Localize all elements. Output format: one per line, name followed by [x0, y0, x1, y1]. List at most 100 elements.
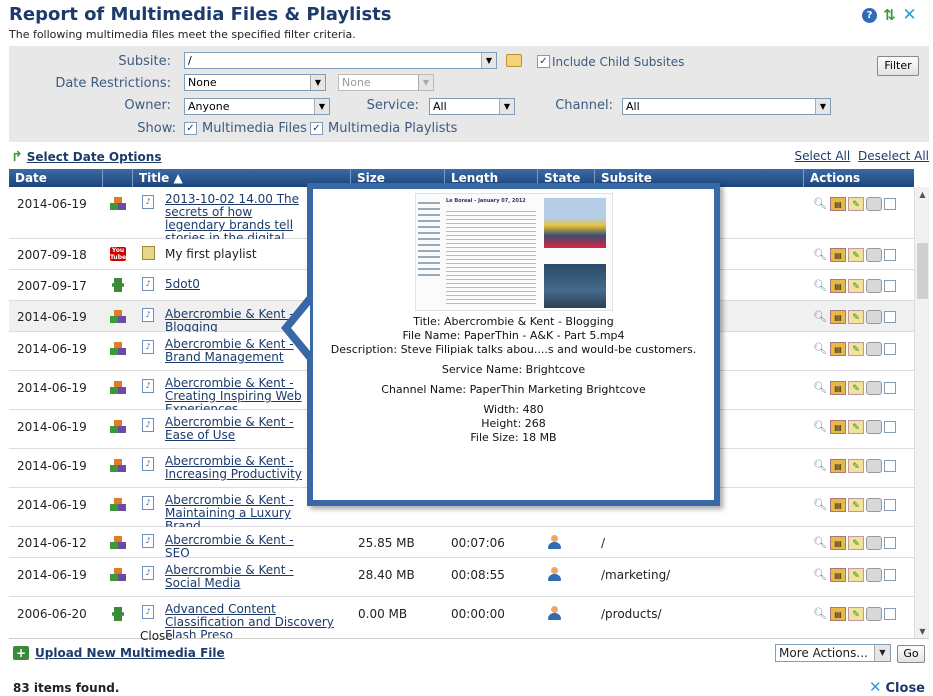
- edit-icon[interactable]: ✎: [848, 607, 864, 621]
- row-size: 28.40 MB: [358, 568, 415, 582]
- magnifier-icon[interactable]: 🔍︎: [812, 607, 828, 621]
- row-title-link[interactable]: Abercrombie & Kent - Social Media: [165, 564, 311, 590]
- delete-icon[interactable]: [866, 197, 882, 211]
- magnifier-icon[interactable]: 🔍︎: [812, 342, 828, 356]
- delete-icon[interactable]: [866, 248, 882, 262]
- row-checkbox[interactable]: [884, 280, 896, 292]
- delete-icon[interactable]: [866, 498, 882, 512]
- edit-icon[interactable]: ✎: [848, 498, 864, 512]
- media-file-icon: ♪: [142, 308, 154, 322]
- go-button[interactable]: Go: [897, 645, 925, 663]
- edit-icon[interactable]: ✎: [848, 197, 864, 211]
- properties-icon[interactable]: ▤: [830, 536, 846, 550]
- upload-link[interactable]: + Upload New Multimedia File: [13, 646, 225, 660]
- delete-icon[interactable]: [866, 568, 882, 582]
- delete-icon[interactable]: [866, 420, 882, 434]
- properties-icon[interactable]: ▤: [830, 607, 846, 621]
- row-checkbox[interactable]: [884, 198, 896, 210]
- help-icon[interactable]: ?: [862, 8, 877, 23]
- edit-icon[interactable]: ✎: [848, 342, 864, 356]
- row-checkbox[interactable]: [884, 460, 896, 472]
- magnifier-icon[interactable]: 🔍︎: [812, 248, 828, 262]
- deselect-all-link[interactable]: Deselect All: [858, 149, 929, 163]
- delete-icon[interactable]: [866, 310, 882, 324]
- delete-icon[interactable]: [866, 342, 882, 356]
- properties-icon[interactable]: ▤: [830, 459, 846, 473]
- edit-icon[interactable]: ✎: [848, 381, 864, 395]
- magnifier-icon[interactable]: 🔍︎: [812, 381, 828, 395]
- delete-icon[interactable]: [866, 607, 882, 621]
- show-files-checkbox[interactable]: ✓: [184, 122, 197, 135]
- delete-icon[interactable]: [866, 459, 882, 473]
- properties-icon[interactable]: ▤: [830, 342, 846, 356]
- row-checkbox[interactable]: [884, 311, 896, 323]
- edit-icon[interactable]: ✎: [848, 459, 864, 473]
- row-checkbox[interactable]: [884, 608, 896, 620]
- row-checkbox[interactable]: [884, 569, 896, 581]
- user-icon: [547, 606, 561, 620]
- scroll-down-icon[interactable]: ▼: [915, 624, 929, 638]
- delete-icon[interactable]: [866, 536, 882, 550]
- column-date[interactable]: Date: [9, 169, 103, 187]
- magnifier-icon[interactable]: 🔍︎: [812, 310, 828, 324]
- properties-icon[interactable]: ▤: [830, 420, 846, 434]
- chevron-down-icon: ▼: [815, 99, 830, 114]
- brightcove-icon: [110, 197, 126, 211]
- channel-select[interactable]: All ▼: [622, 98, 831, 115]
- row-checkbox[interactable]: [884, 421, 896, 433]
- properties-icon[interactable]: ▤: [830, 248, 846, 262]
- table-row[interactable]: 2014-06-19 ♪ Abercrombie & Kent - Social…: [9, 558, 914, 597]
- magnifier-icon[interactable]: 🔍︎: [812, 498, 828, 512]
- row-checkbox[interactable]: [884, 537, 896, 549]
- edit-icon[interactable]: ✎: [848, 279, 864, 293]
- magnifier-icon[interactable]: 🔍︎: [812, 536, 828, 550]
- owner-select[interactable]: Anyone ▼: [184, 98, 330, 115]
- filter-button[interactable]: Filter: [877, 56, 919, 76]
- row-checkbox[interactable]: [884, 343, 896, 355]
- edit-icon[interactable]: ✎: [848, 536, 864, 550]
- edit-icon[interactable]: ✎: [848, 420, 864, 434]
- properties-icon[interactable]: ▤: [830, 197, 846, 211]
- show-playlists-checkbox[interactable]: ✓: [310, 122, 323, 135]
- close-link-inline[interactable]: Close: [140, 629, 173, 643]
- magnifier-icon[interactable]: 🔍︎: [812, 459, 828, 473]
- properties-icon[interactable]: ▤: [830, 498, 846, 512]
- properties-icon[interactable]: ▤: [830, 568, 846, 582]
- row-checkbox[interactable]: [884, 499, 896, 511]
- magnifier-icon[interactable]: 🔍︎: [812, 279, 828, 293]
- edit-icon[interactable]: ✎: [848, 248, 864, 262]
- scroll-up-icon[interactable]: ▲: [915, 187, 929, 202]
- close-button[interactable]: ✕ Close: [869, 678, 925, 696]
- subsite-select[interactable]: / ▼: [184, 52, 497, 69]
- brightcove-icon: [110, 310, 126, 324]
- row-checkbox[interactable]: [884, 382, 896, 394]
- table-row[interactable]: 2014-06-12 ♪ Abercrombie & Kent - SEO 25…: [9, 527, 914, 560]
- service-select[interactable]: All ▼: [429, 98, 515, 115]
- select-all-link[interactable]: Select All: [794, 149, 850, 163]
- edit-icon[interactable]: ✎: [848, 568, 864, 582]
- include-child-checkbox[interactable]: ✓: [537, 55, 550, 68]
- properties-icon[interactable]: ▤: [830, 310, 846, 324]
- magnifier-icon[interactable]: 🔍︎: [812, 568, 828, 582]
- row-title-link[interactable]: 5dot0: [165, 278, 311, 291]
- delete-icon[interactable]: [866, 381, 882, 395]
- magnifier-icon[interactable]: 🔍︎: [812, 197, 828, 211]
- edit-icon[interactable]: ✎: [848, 310, 864, 324]
- refresh-icon[interactable]: ⇅: [882, 8, 897, 23]
- row-title-link[interactable]: Abercrombie & Kent - SEO: [165, 534, 311, 560]
- magnifier-icon[interactable]: 🔍︎: [812, 420, 828, 434]
- folder-icon[interactable]: [506, 54, 522, 67]
- date-restriction-select[interactable]: None ▼: [184, 74, 326, 91]
- more-actions-select[interactable]: More Actions... ▼: [775, 644, 891, 662]
- close-icon[interactable]: ✕: [902, 7, 917, 24]
- properties-icon[interactable]: ▤: [830, 381, 846, 395]
- properties-icon[interactable]: ▤: [830, 279, 846, 293]
- scroll-thumb[interactable]: [917, 243, 928, 299]
- row-title-link[interactable]: Abercrombie & Kent - Ease of Use: [165, 416, 311, 442]
- row-title-link[interactable]: Advanced Content Classification and Disc…: [165, 603, 355, 638]
- delete-icon[interactable]: [866, 279, 882, 293]
- vertical-scrollbar[interactable]: ▲ ▼: [914, 187, 929, 638]
- row-checkbox[interactable]: [884, 249, 896, 261]
- select-date-options-link[interactable]: ↱ Select Date Options: [11, 149, 161, 165]
- row-title-link[interactable]: Abercrombie & Kent - Increasing Producti…: [165, 455, 311, 481]
